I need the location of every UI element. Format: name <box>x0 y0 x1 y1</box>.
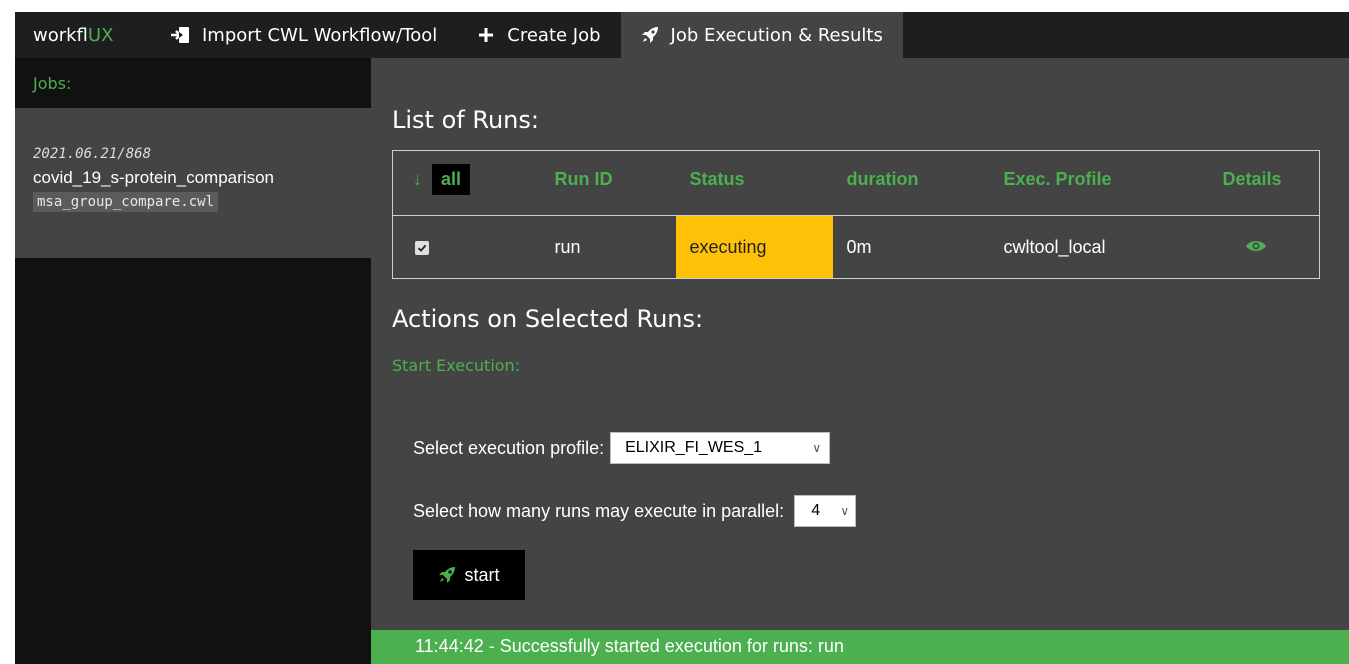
nav-import-cwl[interactable]: Import CWL Workflow/Tool <box>150 12 457 58</box>
row-status-badge: executing <box>675 215 833 279</box>
header-run-id[interactable]: Run ID <box>540 150 676 216</box>
header-details: Details <box>1208 150 1320 216</box>
import-icon <box>170 26 190 44</box>
status-message: 11:44:42 - Successfully started executio… <box>371 630 1349 664</box>
profile-label: Select execution profile: <box>413 437 605 458</box>
sidebar-item-job[interactable]: 2021.06.21/868 covid_19_s-protein_compar… <box>15 108 371 258</box>
row-checkbox[interactable] <box>415 240 429 255</box>
top-nav: workflUX Import CWL Workflow/Tool Create… <box>15 12 1349 58</box>
chevron-down-icon: ∨ <box>840 504 850 518</box>
start-button[interactable]: start <box>413 550 525 600</box>
brand-prefix: workfl <box>33 24 88 46</box>
plus-icon <box>477 26 495 44</box>
header-status[interactable]: Status <box>675 150 833 216</box>
brand-suffix: UX <box>87 24 114 46</box>
jobs-sidebar: Jobs: 2021.06.21/868 covid_19_s-protein_… <box>15 58 371 664</box>
job-date: 2021.06.21/868 <box>33 146 152 162</box>
profile-select-value: ELIXIR_FI_WES_1 <box>625 439 763 456</box>
sidebar-title: Jobs: <box>33 74 72 93</box>
runs-table: ↓ all Run ID Status duration Exec. Profil… <box>392 150 1320 279</box>
app-window: workflUX Import CWL Workflow/Tool Create… <box>15 12 1349 664</box>
parallel-select-value: 4 <box>811 502 821 519</box>
nav-create-job-label: Create Job <box>507 24 601 46</box>
profile-select[interactable]: ELIXIR_FI_WES_1 ∨ <box>610 432 831 464</box>
row-select-cell <box>393 216 541 279</box>
header-duration[interactable]: duration <box>832 150 990 216</box>
nav-import-cwl-label: Import CWL Workflow/Tool <box>202 24 438 46</box>
job-name: covid_19_s-protein_comparison <box>33 168 274 187</box>
table-row: run executing 0m cwltool_local <box>393 215 1320 279</box>
start-button-label: start <box>464 564 500 585</box>
row-exec-profile: cwltool_local <box>1003 236 1106 257</box>
actions-title: Actions on Selected Runs: <box>392 305 704 333</box>
parallel-label: Select how many runs may execute in para… <box>413 500 785 521</box>
nav-job-execution[interactable]: Job Execution & Results <box>620 12 903 58</box>
parallel-select[interactable]: 4 ∨ <box>794 495 857 527</box>
select-all-button[interactable]: all <box>432 163 471 195</box>
brand-logo[interactable]: workflUX <box>15 25 150 46</box>
select-all-header: ↓ all <box>392 150 541 216</box>
start-execution-label: Start Execution: <box>392 356 521 375</box>
row-details-cell <box>1209 216 1320 279</box>
table-header-row: ↓ all Run ID Status duration Exec. Profil… <box>392 150 1320 216</box>
main-content: List of Runs: ↓ all Run ID Status duratio… <box>371 58 1349 664</box>
eye-icon[interactable] <box>1245 239 1267 253</box>
nav-job-execution-label: Job Execution & Results <box>670 24 883 46</box>
rocket-icon <box>641 26 659 44</box>
parallel-row: Select how many runs may execute in para… <box>413 495 857 527</box>
rocket-icon <box>438 566 456 584</box>
job-file: msa_group_compare.cwl <box>33 192 219 212</box>
chevron-down-icon: ∨ <box>812 441 822 455</box>
runs-title: List of Runs: <box>392 106 539 134</box>
profile-row: Select execution profile: ELIXIR_FI_WES_… <box>413 432 831 464</box>
row-run-id: run <box>554 236 581 257</box>
row-duration: 0m <box>846 236 872 257</box>
nav-create-job[interactable]: Create Job <box>457 12 620 58</box>
sort-arrow-icon[interactable]: ↓ <box>413 169 422 189</box>
header-exec-profile[interactable]: Exec. Profile <box>989 150 1209 216</box>
